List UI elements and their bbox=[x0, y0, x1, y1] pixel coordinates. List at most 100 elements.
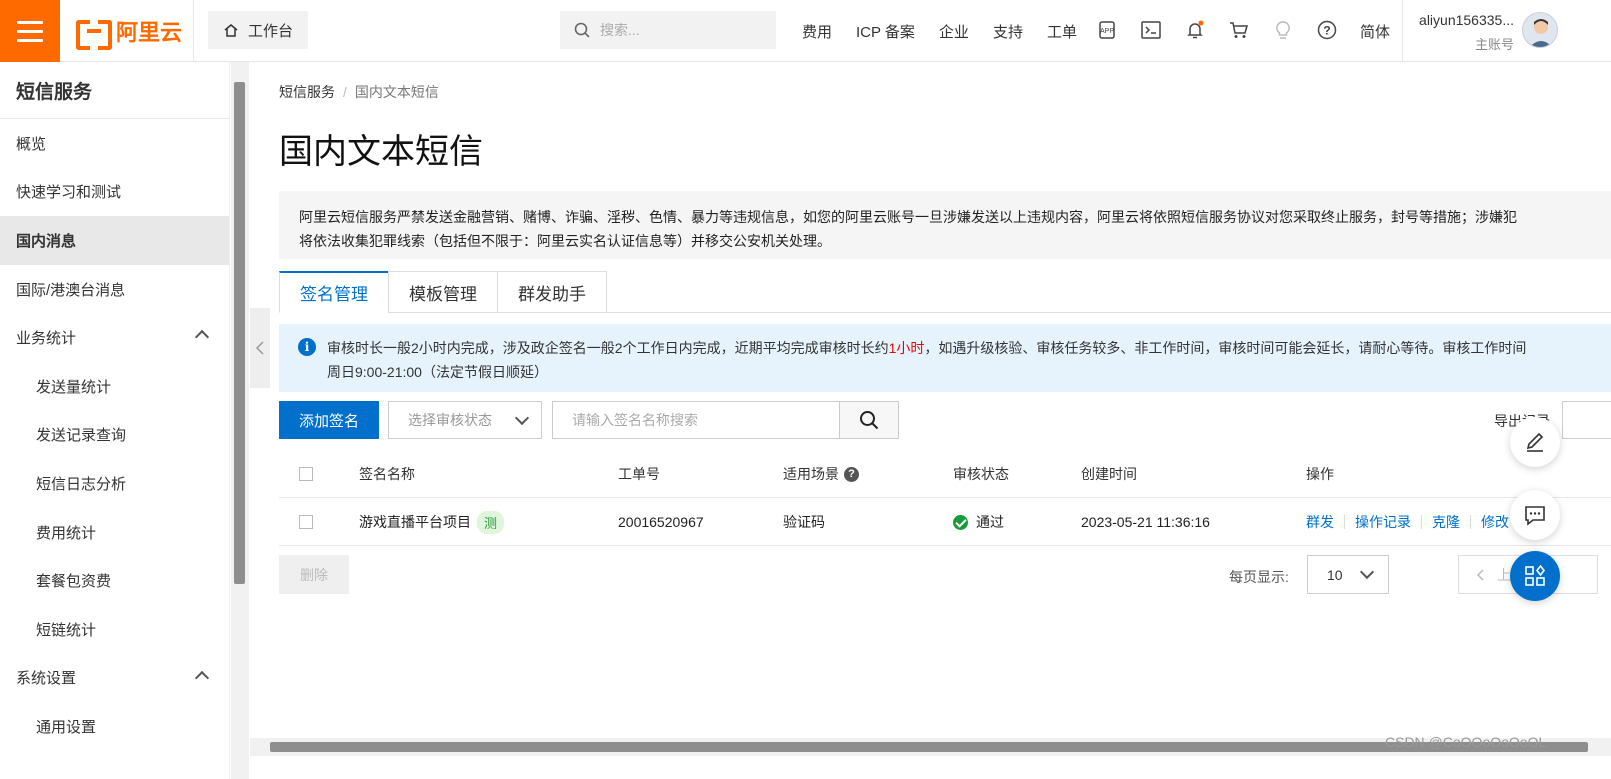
notice-line-2: 周日9:00-21:00（法定节假日顺延） bbox=[327, 364, 548, 380]
cart-icon[interactable] bbox=[1228, 19, 1250, 41]
sidebar-collapse-handle[interactable] bbox=[250, 308, 270, 388]
op-history-link[interactable]: 操作记录 bbox=[1355, 512, 1411, 532]
hamburger-menu-button[interactable] bbox=[0, 0, 60, 62]
select-all-checkbox[interactable] bbox=[299, 467, 313, 481]
search-button[interactable] bbox=[839, 401, 899, 439]
app-icon[interactable]: APP bbox=[1096, 19, 1118, 41]
header-created-time: 创建时间 bbox=[1081, 466, 1137, 482]
page-title: 国内文本短信 bbox=[279, 133, 483, 171]
sidebar-item-label: 快速学习和测试 bbox=[16, 184, 122, 202]
sidebar-group-system-settings[interactable]: 系统设置 bbox=[0, 654, 229, 703]
sidebar-item-log-analysis[interactable]: 短信日志分析 bbox=[0, 459, 229, 508]
search-icon bbox=[860, 411, 879, 430]
workbench-button[interactable]: 工作台 bbox=[208, 11, 308, 49]
terminal-icon[interactable] bbox=[1140, 19, 1162, 41]
sidebar-item-label: 发送记录查询 bbox=[36, 427, 127, 445]
table-header: 签名名称 工单号 适用场景? 审核状态 创建时间 操作 bbox=[279, 450, 1611, 498]
delete-button[interactable]: 删除 bbox=[279, 555, 349, 594]
divider bbox=[1344, 515, 1345, 529]
per-page-label: 每页显示: bbox=[1229, 569, 1289, 585]
signature-search-input[interactable] bbox=[572, 412, 822, 428]
review-status-select[interactable]: 选择审核状态 bbox=[388, 401, 542, 439]
help-icon[interactable]: ? bbox=[844, 466, 859, 482]
sidebar-item-quickstart[interactable]: 快速学习和测试 bbox=[0, 168, 229, 217]
sidebar-item-general-settings[interactable]: 通用设置 bbox=[0, 702, 229, 751]
user-name: aliyun156335... bbox=[1419, 12, 1514, 28]
chevron-left-icon bbox=[1476, 568, 1484, 581]
header-scene: 适用场景 bbox=[783, 466, 839, 482]
sidebar-item-package-fees[interactable]: 套餐包资费 bbox=[0, 556, 229, 605]
chevron-down-icon bbox=[514, 410, 530, 426]
add-signature-button[interactable]: 添加签名 bbox=[279, 401, 379, 439]
signature-search-field[interactable] bbox=[552, 401, 840, 439]
sidebar-item-label: 概览 bbox=[16, 135, 47, 153]
nav-icp[interactable]: ICP 备案 bbox=[856, 21, 915, 42]
avatar[interactable] bbox=[1522, 12, 1558, 48]
sidebar-item-shortlink-stats[interactable]: 短链统计 bbox=[0, 605, 229, 654]
breadcrumb: 短信服务 / 国内文本短信 bbox=[279, 82, 439, 102]
pencil-icon bbox=[1526, 432, 1544, 452]
divider bbox=[193, 0, 194, 62]
signature-toolbar: 添加签名 选择审核状态 导出记录 bbox=[279, 401, 1611, 439]
watermark-text: CSDN @CoOOoOoOoOL bbox=[1385, 734, 1547, 750]
tab-signature-management[interactable]: 签名管理 bbox=[279, 271, 389, 313]
help-circle-icon[interactable]: ? bbox=[1316, 19, 1338, 41]
top-navbar: 阿里云 工作台 费用 ICP 备案 企业 支持 工单 APP ? 简体 aliy… bbox=[0, 0, 1611, 62]
op-bulk-send-link[interactable]: 群发 bbox=[1306, 512, 1334, 532]
review-status: 通过 bbox=[976, 514, 1004, 530]
sidebar-item-label: 业务统计 bbox=[16, 330, 77, 348]
global-search[interactable] bbox=[560, 11, 776, 49]
nav-support[interactable]: 支持 bbox=[993, 21, 1023, 42]
chat-icon bbox=[1525, 506, 1545, 526]
nav-enterprise[interactable]: 企业 bbox=[939, 21, 969, 42]
signature-table: 签名名称 工单号 适用场景? 审核状态 创建时间 操作 游戏直播平台项目测 20… bbox=[279, 450, 1611, 546]
nav-fee[interactable]: 费用 bbox=[802, 21, 832, 42]
sidebar-item-label: 短链统计 bbox=[36, 621, 97, 639]
sidebar-group-business-stats[interactable]: 业务统计 bbox=[0, 313, 229, 362]
table-row: 游戏直播平台项目测 20016520967 验证码 通过 2023-05-21 … bbox=[279, 498, 1611, 546]
language-switch[interactable]: 简体 bbox=[1360, 21, 1390, 42]
review-status-placeholder: 选择审核状态 bbox=[408, 412, 492, 428]
sidebar-item-domestic[interactable]: 国内消息 bbox=[0, 216, 229, 265]
apps-grid-icon bbox=[1525, 564, 1546, 586]
row-checkbox[interactable] bbox=[299, 515, 313, 529]
global-search-input[interactable] bbox=[600, 22, 760, 38]
user-info[interactable]: aliyun156335... 主账号 bbox=[1414, 12, 1514, 53]
logo-text: 阿里云 bbox=[116, 20, 183, 45]
warning-line-1: 阿里云短信服务严禁发送金融营销、赌博、诈骗、淫秽、色情、暴力等违规信息，如您的阿… bbox=[299, 209, 1517, 225]
header-operations: 操作 bbox=[1306, 466, 1334, 482]
sidebar-item-label: 发送量统计 bbox=[36, 378, 112, 396]
op-edit-link[interactable]: 修改 bbox=[1481, 512, 1509, 532]
floating-apps-button[interactable] bbox=[1510, 551, 1560, 601]
floating-edit-button[interactable] bbox=[1510, 417, 1560, 467]
table-footer: 删除 每页显示: 10 上一页 bbox=[279, 555, 1611, 595]
notice-highlight: 1小时 bbox=[888, 340, 925, 356]
sidebar-item-overview[interactable]: 概览 bbox=[0, 119, 229, 168]
breadcrumb-root[interactable]: 短信服务 bbox=[279, 84, 335, 100]
sidebar-item-label: 系统设置 bbox=[16, 670, 77, 688]
chevron-left-icon bbox=[255, 341, 264, 355]
notice-text-pre: 审核时长一般2小时内完成，涉及政企签名一般2个工作日内完成，近期平均完成审核时长… bbox=[327, 340, 889, 356]
export-records-button[interactable] bbox=[1562, 401, 1611, 439]
tab-bulk-send-assistant[interactable]: 群发助手 bbox=[497, 271, 607, 313]
lightbulb-icon[interactable] bbox=[1272, 19, 1294, 41]
op-clone-link[interactable]: 克隆 bbox=[1432, 512, 1460, 532]
floating-chat-button[interactable] bbox=[1510, 490, 1560, 540]
sidebar-item-label: 短信日志分析 bbox=[36, 475, 127, 493]
sidebar-item-send-records[interactable]: 发送记录查询 bbox=[0, 411, 229, 460]
svg-text:APP: APP bbox=[1100, 28, 1114, 35]
bell-icon[interactable] bbox=[1184, 19, 1206, 41]
per-page-value: 10 bbox=[1327, 566, 1343, 583]
sidebar-item-international[interactable]: 国际/港澳台消息 bbox=[0, 265, 229, 314]
sidebar-scrollbar-thumb[interactable] bbox=[234, 82, 245, 584]
sidebar-item-fee-stats[interactable]: 费用统计 bbox=[0, 508, 229, 557]
warning-line-2: 将依法收集犯罪线索（包括但不限于：阿里云实名认证信息等）并移交公安机关处理。 bbox=[299, 233, 831, 249]
info-icon: i bbox=[298, 338, 316, 356]
per-page-select[interactable]: 10 bbox=[1307, 555, 1389, 594]
tab-template-management[interactable]: 模板管理 bbox=[388, 271, 498, 313]
header-signature-name: 签名名称 bbox=[359, 466, 415, 482]
nav-ticket[interactable]: 工单 bbox=[1047, 21, 1077, 42]
sidebar-item-send-volume[interactable]: 发送量统计 bbox=[0, 362, 229, 411]
aliyun-logo[interactable]: 阿里云 bbox=[76, 16, 183, 50]
svg-text:?: ? bbox=[1323, 24, 1330, 38]
